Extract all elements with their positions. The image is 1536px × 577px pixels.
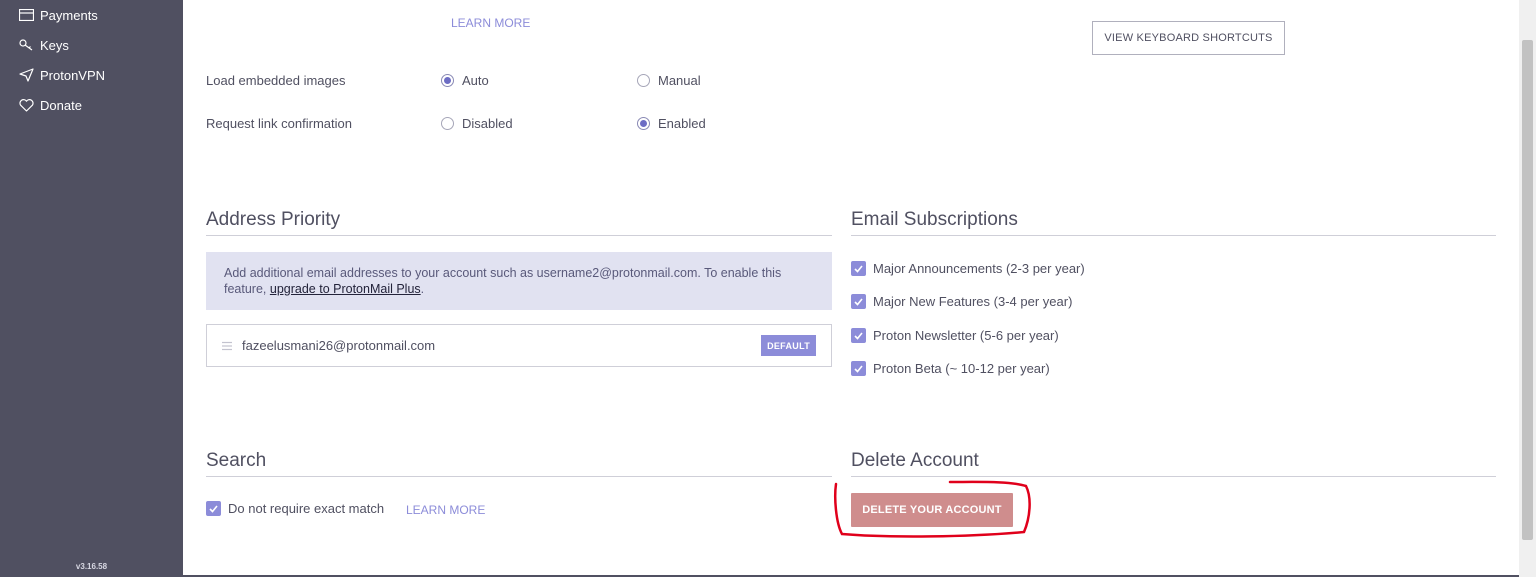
radio-link-enabled[interactable]: Enabled — [637, 116, 706, 131]
sidebar-item-label: Keys — [40, 37, 69, 53]
learn-more-link-search[interactable]: LEARN MORE — [406, 503, 485, 517]
radio-embedded-manual[interactable]: Manual — [637, 73, 701, 88]
checkbox-checked-icon — [851, 261, 866, 276]
app-version: v3.16.58 — [75, 562, 108, 571]
radio-label: Enabled — [658, 116, 706, 131]
address-list-item[interactable]: fazeelusmani26@protonmail.com DEFAULT — [206, 324, 832, 367]
subscription-proton-beta[interactable]: Proton Beta (~ 10-12 per year) — [851, 361, 1050, 376]
checkbox-checked-icon — [851, 361, 866, 376]
page-scrollbar[interactable] — [1519, 0, 1536, 577]
learn-more-link-shortcuts[interactable]: LEARN MORE — [451, 16, 530, 30]
subscription-label: Major New Features (3-4 per year) — [873, 294, 1073, 309]
subscription-label: Proton Newsletter (5-6 per year) — [873, 328, 1059, 343]
radio-embedded-auto[interactable]: Auto — [441, 73, 489, 88]
key-icon — [18, 37, 34, 53]
subscription-label: Major Announcements (2-3 per year) — [873, 261, 1085, 276]
sidebar-item-protonvpn[interactable]: ProtonVPN — [18, 65, 105, 85]
info-suffix: . — [420, 282, 425, 296]
checkbox-checked-icon — [206, 501, 221, 516]
divider — [851, 476, 1496, 477]
sidebar-item-label: Donate — [40, 97, 82, 113]
sidebar: Payments Keys ProtonVPN Donate v3.16.58 — [0, 0, 183, 577]
radio-label: Manual — [658, 73, 701, 88]
drag-handle-icon[interactable] — [221, 341, 235, 351]
radio-label: Disabled — [462, 116, 513, 131]
sidebar-item-keys[interactable]: Keys — [18, 35, 69, 55]
checkbox-checked-icon — [851, 294, 866, 309]
upgrade-info-box: Add additional email addresses to your a… — [206, 252, 832, 310]
radio-unchecked-icon — [441, 117, 454, 130]
subscription-major-new-features[interactable]: Major New Features (3-4 per year) — [851, 294, 1072, 309]
exact-match-checkbox[interactable]: Do not require exact match — [206, 501, 384, 516]
heart-icon — [18, 97, 34, 113]
upgrade-link[interactable]: upgrade to ProtonMail Plus — [270, 282, 421, 296]
request-link-confirmation-label: Request link confirmation — [206, 116, 352, 131]
address-priority-title: Address Priority — [206, 209, 341, 230]
checkbox-checked-icon — [851, 328, 866, 343]
delete-account-title: Delete Account — [851, 450, 979, 471]
address-email: fazeelusmani26@protonmail.com — [242, 338, 436, 353]
sidebar-item-label: ProtonVPN — [40, 67, 106, 83]
radio-checked-icon — [441, 74, 454, 87]
radio-checked-icon — [637, 117, 650, 130]
view-keyboard-shortcuts-button[interactable]: VIEW KEYBOARD SHORTCUTS — [1092, 21, 1285, 55]
credit-card-icon — [18, 7, 34, 23]
divider — [206, 235, 832, 236]
scrollbar-thumb[interactable] — [1522, 40, 1533, 540]
subscription-label: Proton Beta (~ 10-12 per year) — [873, 361, 1050, 376]
sidebar-item-label: Payments — [40, 7, 98, 23]
search-title: Search — [206, 450, 267, 471]
subscription-major-announcements[interactable]: Major Announcements (2-3 per year) — [851, 261, 1085, 276]
load-embedded-images-label: Load embedded images — [206, 73, 346, 88]
delete-account-button[interactable]: DELETE YOUR ACCOUNT — [851, 493, 1013, 527]
email-subscriptions-title: Email Subscriptions — [851, 209, 1018, 230]
default-badge: DEFAULT — [761, 335, 816, 356]
subscription-proton-newsletter[interactable]: Proton Newsletter (5-6 per year) — [851, 328, 1059, 343]
sidebar-item-donate[interactable]: Donate — [18, 95, 82, 115]
radio-unchecked-icon — [637, 74, 650, 87]
exact-match-label: Do not require exact match — [228, 501, 385, 516]
vpn-arrow-icon — [18, 67, 34, 83]
divider — [206, 476, 832, 477]
radio-label: Auto — [462, 73, 489, 88]
radio-link-disabled[interactable]: Disabled — [441, 116, 513, 131]
divider — [851, 235, 1496, 236]
sidebar-item-payments[interactable]: Payments — [18, 5, 98, 25]
